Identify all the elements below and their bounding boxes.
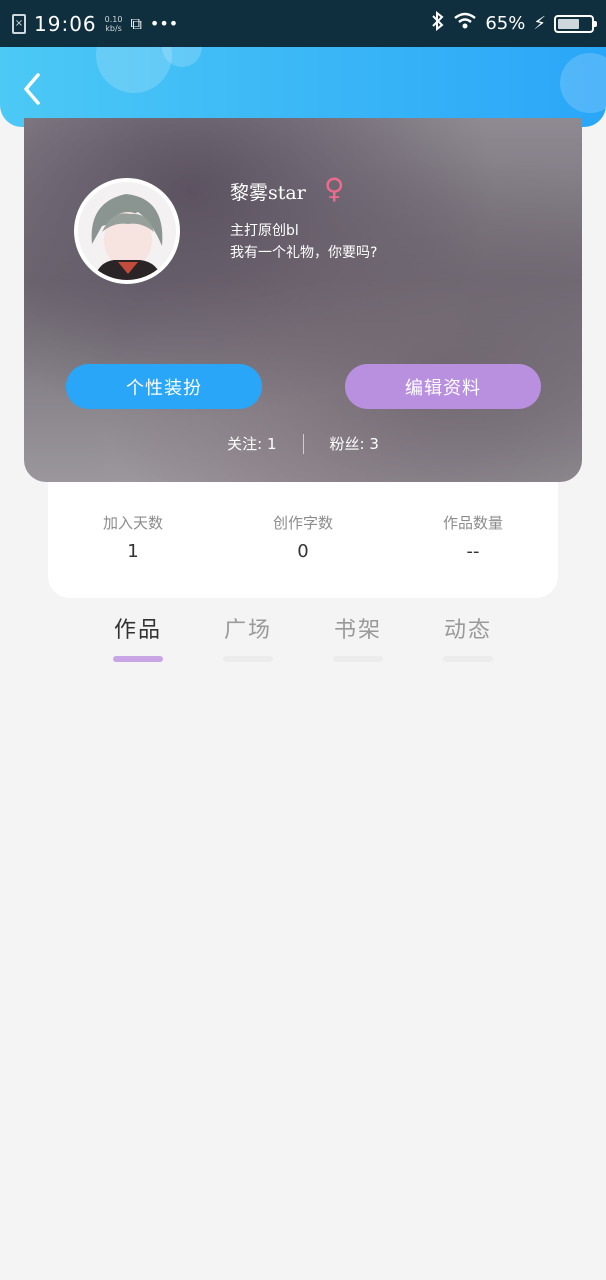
clock: 19:06 <box>34 11 97 36</box>
network-speed-unit: kb/s <box>105 23 122 33</box>
bluetooth-icon <box>431 10 445 36</box>
battery-fill <box>558 18 579 29</box>
female-icon: ♀ <box>324 172 345 205</box>
status-bar: × 19:06 0.10 kb/s ⧉ ••• 65% ⚡ <box>0 0 606 47</box>
personal-dress-button[interactable]: 个性装扮 <box>66 364 262 409</box>
stat-label: 作品数量 <box>442 514 503 532</box>
charging-icon: ⚡ <box>533 13 546 34</box>
stat-value: 1 <box>127 541 139 562</box>
tab-square[interactable]: 广场 <box>208 612 288 672</box>
stat-join-days: 加入天数 1 <box>68 512 198 598</box>
decor-bubble <box>560 53 606 113</box>
stat-value: 0 <box>297 541 309 562</box>
no-sim-icon: × <box>12 13 26 34</box>
follow-stats: 关注: 1 粉丝: 3 <box>24 433 582 454</box>
stat-label: 创作字数 <box>272 514 333 532</box>
bio-line: 主打原创bl <box>230 223 299 239</box>
network-speed-value: 0.10 <box>104 14 123 24</box>
tab-bookshelf[interactable]: 书架 <box>318 612 398 672</box>
tab-label: 书架 <box>333 618 382 643</box>
followers-count[interactable]: 粉丝: 3 <box>330 433 379 454</box>
tab-works[interactable]: 作品 <box>98 612 178 672</box>
avatar-image <box>78 182 176 280</box>
tab-indicator <box>223 656 273 662</box>
network-speed: 0.10 kb/s <box>105 15 123 33</box>
decor-bubble <box>96 47 172 93</box>
tab-indicator <box>113 656 163 662</box>
profile-card: 黎雾star ♀ 主打原创bl 我有一个礼物，你要吗? 个性装扮 编辑资料 关注… <box>24 118 582 482</box>
status-left: × 19:06 0.10 kb/s ⧉ ••• <box>12 12 178 36</box>
following-count[interactable]: 关注: 1 <box>227 433 276 454</box>
screenshot-icon: ⧉ <box>130 13 142 33</box>
divider <box>302 433 304 454</box>
status-right: 65% ⚡ <box>431 10 597 36</box>
tab-label: 作品 <box>113 618 162 643</box>
tab-indicator <box>333 656 383 662</box>
tab-label: 动态 <box>443 618 492 643</box>
edit-profile-button[interactable]: 编辑资料 <box>345 364 541 409</box>
wifi-icon <box>453 12 477 35</box>
bio: 主打原创bl 我有一个礼物，你要吗? <box>230 220 377 264</box>
stats-card: 加入天数 1 创作字数 0 作品数量 -- <box>48 482 558 598</box>
tab-moments[interactable]: 动态 <box>428 612 508 672</box>
stat-value: -- <box>466 541 480 562</box>
back-button[interactable] <box>14 71 50 107</box>
stat-works-count: 作品数量 -- <box>408 512 538 598</box>
more-notifications-icon: ••• <box>149 14 179 33</box>
tab-label: 广场 <box>223 618 272 643</box>
avatar[interactable] <box>74 178 180 284</box>
stat-word-count: 创作字数 0 <box>238 512 368 598</box>
chevron-left-icon <box>24 73 40 105</box>
bio-line: 我有一个礼物，你要吗? <box>230 245 378 261</box>
stat-label: 加入天数 <box>102 514 163 532</box>
username: 黎雾star <box>230 182 306 204</box>
tab-indicator <box>443 656 493 662</box>
battery-icon <box>554 14 597 33</box>
battery-percent: 65% <box>485 13 526 34</box>
content-tabs: 作品 广场 书架 动态 <box>98 612 508 672</box>
header-bar <box>0 47 606 127</box>
